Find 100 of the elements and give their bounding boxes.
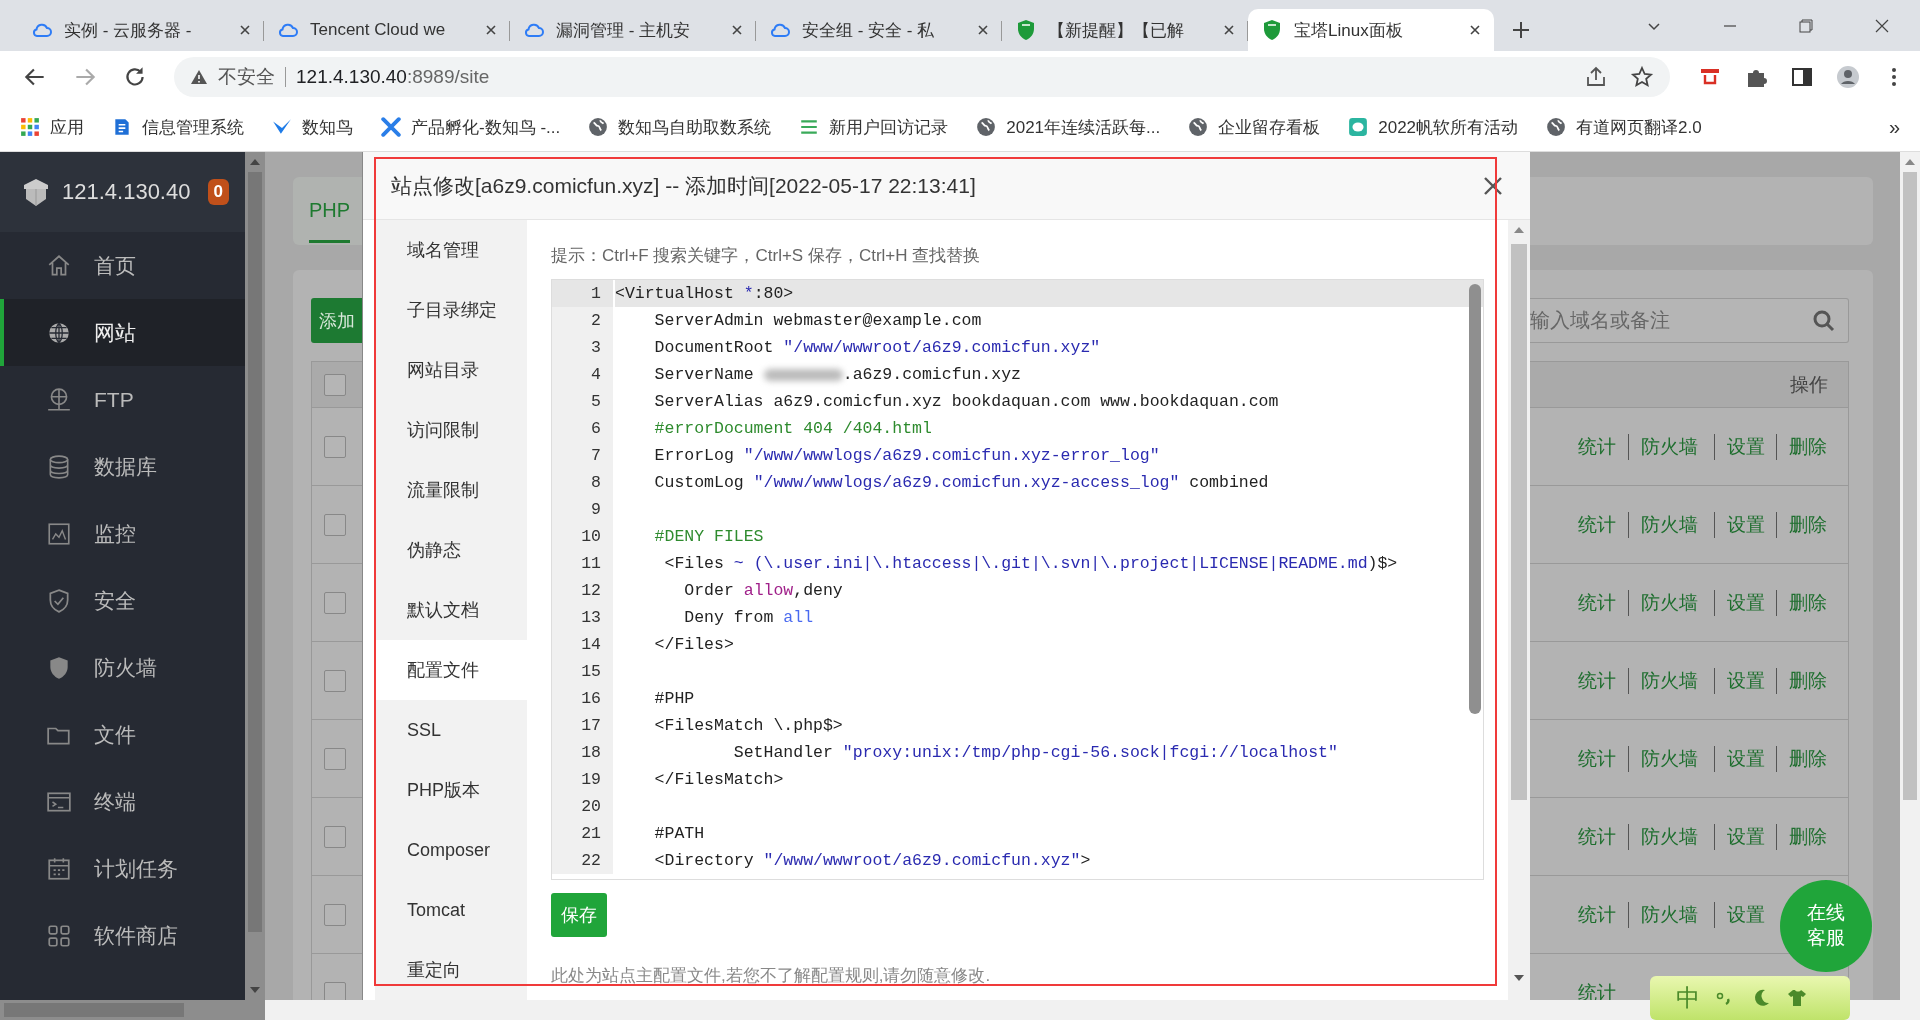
bookmark[interactable]: 2021年连续活跃每...	[976, 115, 1161, 139]
menu-item[interactable]: 访问限制	[375, 400, 527, 460]
line-number: 4	[552, 361, 613, 388]
sidebar-item[interactable]: 首页	[0, 232, 245, 299]
line-number: 6	[552, 415, 613, 442]
menu-item[interactable]: 重定向	[375, 940, 527, 1000]
checkbox[interactable]	[324, 747, 346, 770]
close-icon[interactable]	[1874, 17, 1890, 34]
line-number: 3	[552, 334, 613, 361]
new-tab-icon[interactable]	[1510, 19, 1532, 41]
code-line: ServerAlias a6z9.comicfun.xyz bookdaquan.com www.bookdaquan.com	[653, 391, 1280, 413]
scrollbar-thumb[interactable]	[1469, 284, 1481, 714]
browser-tab[interactable]: 实例 - 云服务器 -	[18, 9, 264, 51]
search-icon[interactable]	[1812, 308, 1836, 333]
menu-item[interactable]: SSL	[375, 700, 527, 760]
line-number: 15	[552, 658, 613, 685]
close-icon[interactable]	[238, 23, 252, 37]
bookmark[interactable]: 企业留存看板	[1188, 115, 1321, 139]
scrollbar-thumb[interactable]	[1903, 172, 1917, 800]
menu-item[interactable]: 默认文档	[375, 580, 527, 640]
sidebar-item[interactable]: 软件商店	[0, 902, 245, 969]
chat-icon	[1348, 117, 1369, 137]
shirt-icon[interactable]	[1786, 987, 1808, 1009]
code-line: #PATH	[653, 823, 706, 845]
note-text: 此处为站点主配置文件,若您不了解配置规则,请勿随意修改.	[551, 965, 992, 987]
chart-icon	[46, 520, 72, 547]
restore-icon[interactable]	[1798, 17, 1814, 34]
checkbox[interactable]	[324, 825, 346, 848]
line-number: 12	[552, 577, 613, 604]
checkbox[interactable]	[324, 669, 346, 692]
more-bookmarks-button[interactable]: »	[1888, 115, 1900, 139]
browser-tab[interactable]: 安全组 - 安全 - 私	[756, 9, 1002, 51]
hint-text: 提示：Ctrl+F 搜索关键字，Ctrl+S 保存，Ctrl+H 查找替换	[551, 245, 982, 267]
menu-item[interactable]: 域名管理	[375, 220, 527, 280]
menu-item[interactable]: 网站目录	[375, 340, 527, 400]
checkbox[interactable]	[324, 903, 346, 926]
sidebar-item[interactable]: 安全	[0, 567, 245, 634]
sidebar-item[interactable]: 监控	[0, 500, 245, 567]
close-icon[interactable]	[484, 23, 498, 37]
notification-badge[interactable]: 0	[207, 179, 229, 205]
close-icon[interactable]	[976, 23, 990, 37]
code-line: Order allow,deny	[683, 580, 844, 602]
profile-icon[interactable]	[1836, 65, 1860, 89]
browser-tab[interactable]: 漏洞管理 - 主机安	[510, 9, 756, 51]
bookmark[interactable]: 应用	[20, 115, 84, 139]
scrollbar-thumb[interactable]	[1511, 244, 1527, 800]
sidebar-item[interactable]: 文件	[0, 701, 245, 768]
code-line: ServerName .a6z9.comicfun.xyz	[653, 364, 1022, 386]
globe-icon	[1546, 117, 1567, 137]
close-icon[interactable]	[730, 23, 744, 37]
sidebar-item[interactable]: 终端	[0, 768, 245, 835]
menu-item[interactable]: Composer	[375, 820, 527, 880]
bookmark[interactable]: 产品孵化-数知鸟 -...	[381, 115, 561, 139]
bookmark[interactable]: 有道网页翻译2.0	[1546, 115, 1702, 139]
menu-item[interactable]: PHP版本	[375, 760, 527, 820]
code-line: DocumentRoot "/www/wwwroot/a6z9.comicfun.xyz"	[653, 337, 1102, 359]
checkbox[interactable]	[324, 591, 346, 614]
checkbox[interactable]	[324, 373, 346, 396]
address-bar[interactable]: 不安全 121.4.130.40:8989/site	[174, 57, 1670, 97]
checkbox[interactable]	[324, 513, 346, 536]
code-line: <FilesMatch \.php$>	[653, 715, 844, 737]
bookmark[interactable]: 新用户回访记录	[799, 115, 949, 139]
close-icon[interactable]	[1482, 174, 1504, 197]
star-icon[interactable]	[1630, 65, 1654, 89]
close-icon[interactable]	[1222, 23, 1236, 37]
line-number: 1	[552, 280, 613, 307]
add-button[interactable]: 添加	[311, 298, 362, 343]
bookmark[interactable]: 信息管理系统	[112, 115, 244, 139]
code-editor[interactable]	[551, 279, 1484, 880]
code-line: #DENY FILES	[653, 526, 765, 548]
menu-item[interactable]: 子目录绑定	[375, 280, 527, 340]
line-number: 17	[552, 712, 613, 739]
browser-tab[interactable]: 宝塔Linux面板	[1248, 9, 1494, 51]
sidebar-item[interactable]: FTP	[0, 366, 245, 433]
menu-item[interactable]: Tomcat	[375, 880, 527, 940]
menu-item[interactable]: 流量限制	[375, 460, 527, 520]
bookmark[interactable]: 数知鸟自助取数系统	[588, 115, 772, 139]
code-line: </Files>	[653, 634, 735, 656]
side-panel-icon[interactable]	[1790, 65, 1814, 89]
sidebar-item[interactable]: 防火墙	[0, 634, 245, 701]
line-number: 10	[552, 523, 613, 550]
checkbox[interactable]	[324, 981, 346, 1000]
bookmark[interactable]: 2022帆软所有活动	[1348, 115, 1519, 139]
close-icon[interactable]	[1468, 23, 1482, 37]
line-number: 11	[552, 550, 613, 577]
code-line: ErrorLog "/www/wwwlogs/a6z9.comicfun.xyz-error_log"	[653, 445, 1161, 467]
sidebar-item[interactable]: 数据库	[0, 433, 245, 500]
share-icon[interactable]	[1584, 65, 1608, 89]
browser-tab[interactable]: Tencent Cloud we	[264, 9, 510, 51]
code-line: Deny from all	[683, 607, 815, 629]
globe-icon	[1188, 117, 1209, 137]
browser-tab[interactable]: 【新提醒】【已解	[1002, 9, 1248, 51]
menu-item[interactable]: 配置文件	[375, 640, 527, 700]
server-address: 121.4.130.40	[62, 179, 192, 205]
sidebar-item[interactable]: 计划任务	[0, 835, 245, 902]
bookmark[interactable]: 数知鸟	[272, 115, 353, 139]
security-label: 不安全	[218, 65, 275, 89]
sidebar-item[interactable]: 网站	[0, 299, 245, 366]
menu-item[interactable]: 伪静态	[375, 520, 527, 580]
checkbox[interactable]	[324, 435, 346, 458]
